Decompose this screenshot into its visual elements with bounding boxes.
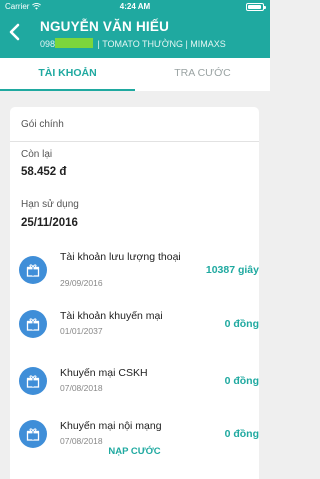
masked-phone-digits (55, 38, 94, 48)
account-name: Tài khoản khuyến mại (60, 310, 163, 322)
account-name: Khuyến mại nội mạng (60, 420, 162, 432)
plan-info: | TOMATO THƯỜNG | MIMAXS (95, 39, 226, 49)
remaining-label: Còn lại (21, 149, 53, 160)
subscriber-info: 098 | TOMATO THƯỜNG | MIMAXS (40, 38, 226, 49)
gift-icon (19, 256, 47, 284)
list-item[interactable]: Khuyến mại nội mạng 07/08/2018 0 đồng (10, 413, 259, 465)
app-screen: Carrier 4:24 AM NGUYỄN VĂN HIẾU 098 | TO… (0, 0, 270, 479)
account-date: 29/09/2016 (60, 278, 103, 288)
section-title: Gói chính (21, 119, 64, 130)
gift-icon (19, 420, 47, 448)
account-amount: 0 đồng (224, 428, 259, 440)
tab-charges[interactable]: TRA CƯỚC (135, 58, 270, 91)
account-date: 01/01/2037 (60, 326, 103, 336)
app-header: Carrier 4:24 AM NGUYỄN VĂN HIẾU 098 | TO… (0, 0, 270, 58)
tab-account[interactable]: TÀI KHOẢN (0, 58, 135, 91)
account-name: Tài khoản lưu lượng thoại (60, 251, 181, 263)
account-date: 07/08/2018 (60, 436, 103, 446)
account-date: 07/08/2018 (60, 383, 103, 393)
subscriber-name: NGUYỄN VĂN HIẾU (40, 19, 170, 34)
gift-icon (19, 310, 47, 338)
list-item[interactable]: Tài khoản khuyến mại 01/01/2037 0 đồng (10, 303, 259, 355)
account-amount: 0 đồng (224, 375, 259, 387)
list-item[interactable]: Khuyến mại CSKH 07/08/2018 0 đồng (10, 360, 259, 412)
gift-icon (19, 367, 47, 395)
divider (10, 141, 259, 142)
account-card: Gói chính Còn lại 58.452 đ Hạn sử dụng 2… (10, 107, 259, 479)
battery-icon (246, 3, 266, 11)
remaining-value: 58.452 đ (21, 166, 67, 178)
phone-prefix: 098 (40, 39, 56, 49)
topup-button[interactable]: NẠP CƯỚC (10, 446, 259, 457)
tab-bar: TÀI KHOẢN TRA CƯỚC (0, 58, 270, 91)
account-amount: 0 đồng (224, 318, 259, 330)
status-bar: Carrier 4:24 AM (0, 0, 270, 14)
expiry-label: Hạn sử dụng (21, 199, 79, 210)
account-name: Khuyến mại CSKH (60, 367, 148, 379)
account-amount: 10387 giây (205, 264, 259, 276)
list-item[interactable]: Tài khoản lưu lượng thoại 29/09/2016 103… (10, 245, 259, 297)
back-arrow-icon[interactable] (8, 23, 22, 41)
expiry-value: 25/11/2016 (21, 217, 78, 229)
clock: 4:24 AM (119, 2, 151, 11)
